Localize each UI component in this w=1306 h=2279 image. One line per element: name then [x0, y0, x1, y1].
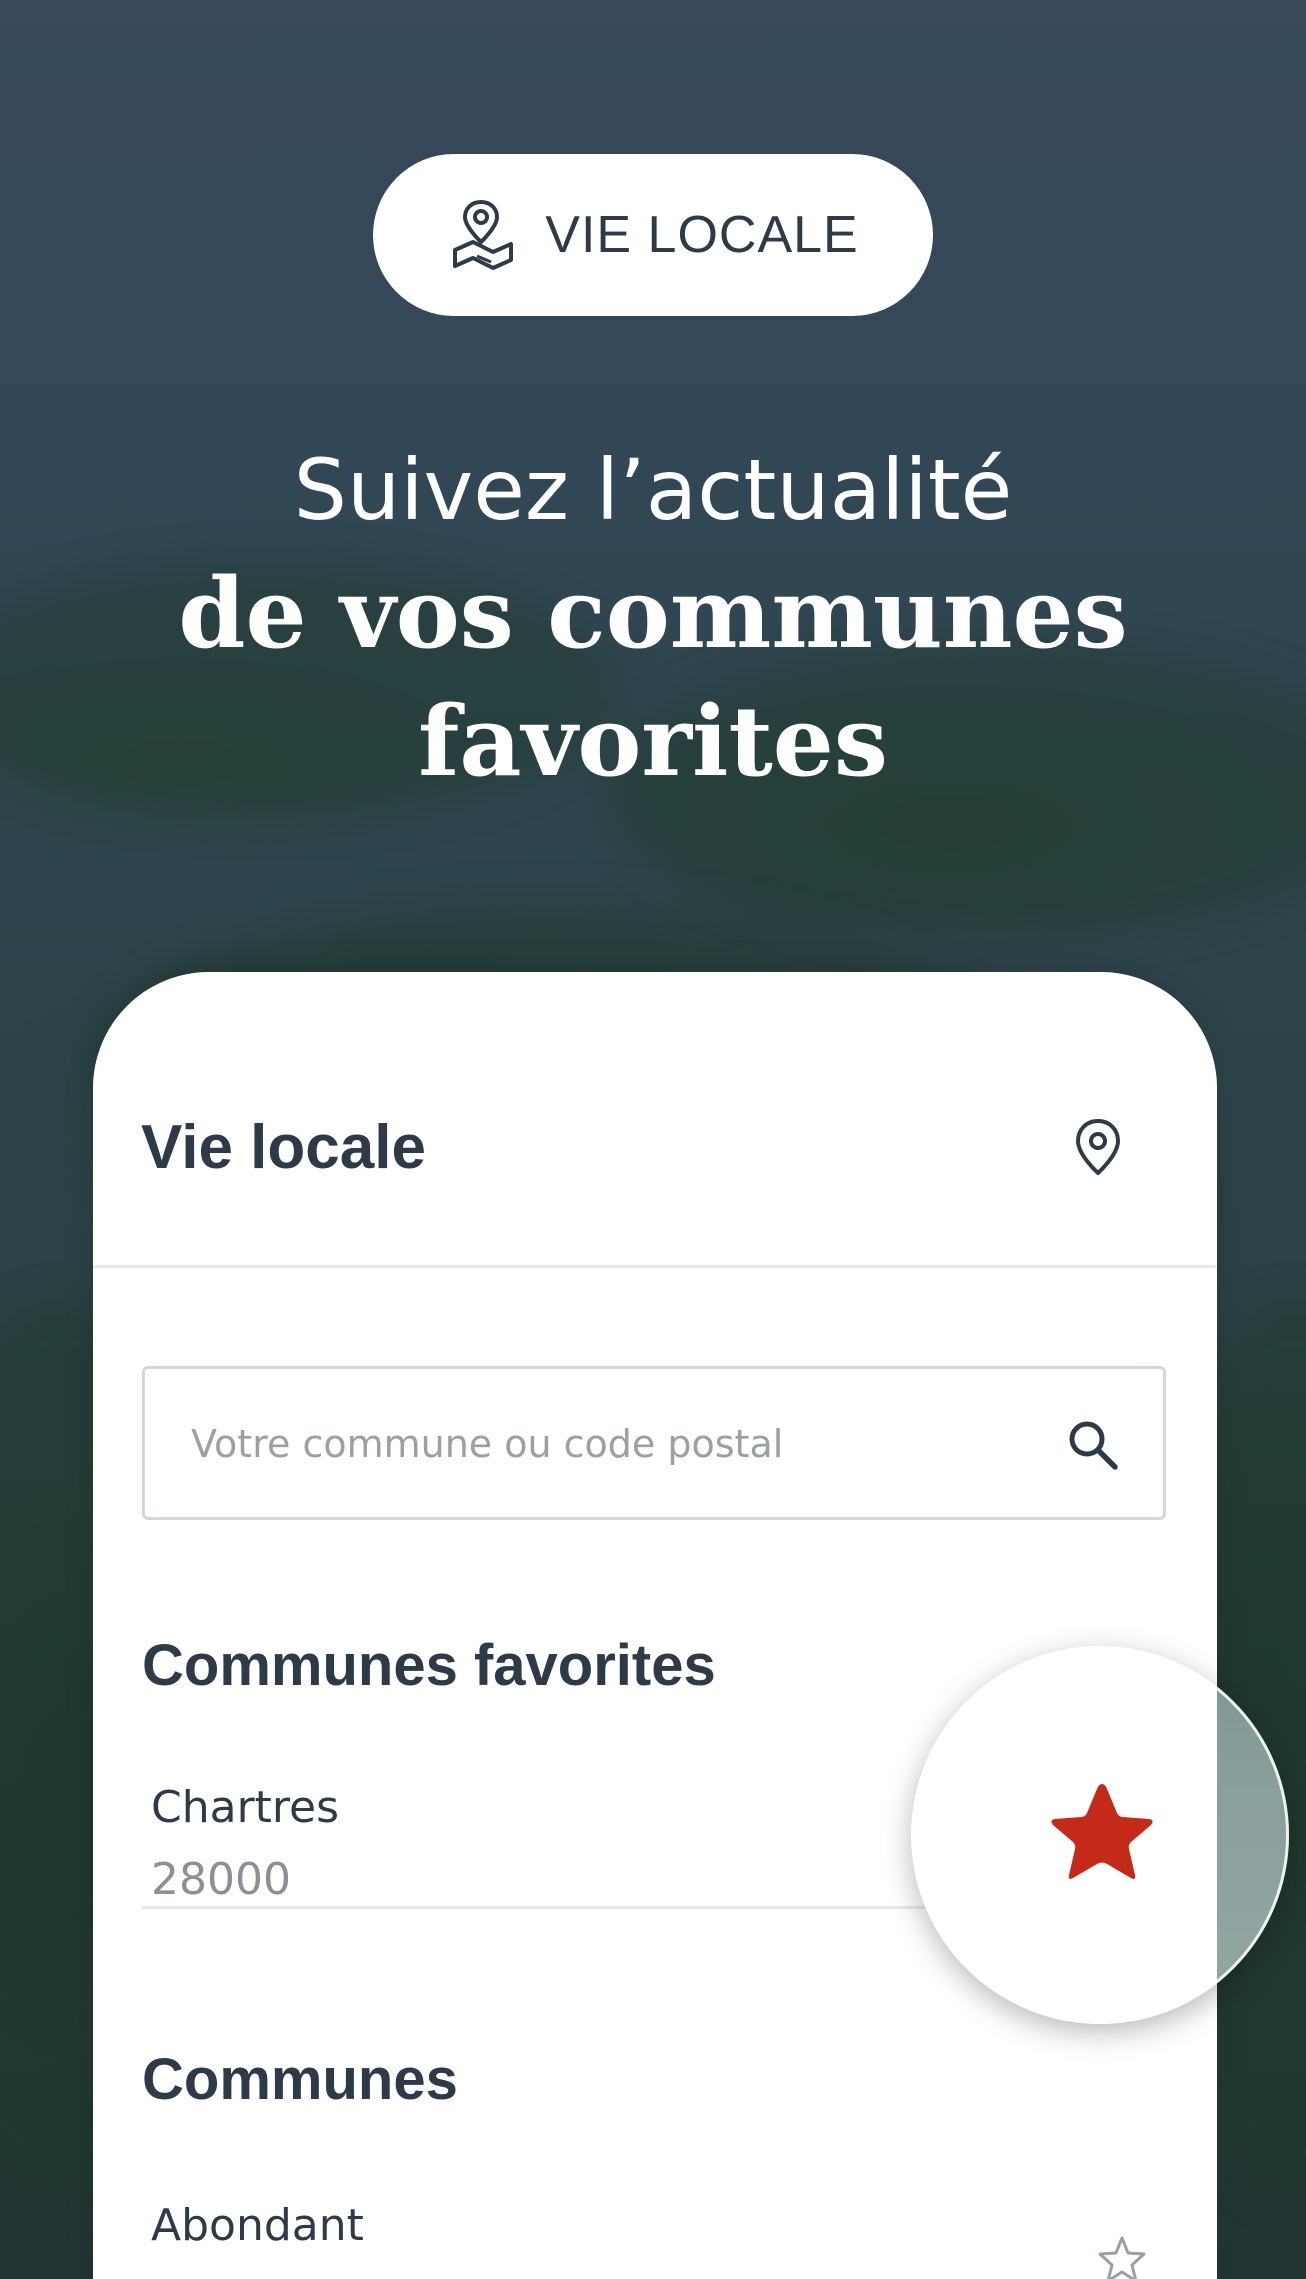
vie-locale-label: VIE LOCALE	[545, 206, 859, 264]
headline-line-3: favorites	[418, 685, 888, 798]
headline: Suivez l’actualité de vos communes favor…	[0, 430, 1306, 806]
commune-item[interactable]: Abondant	[142, 2200, 1142, 2279]
commune-name: Abondant	[151, 2200, 364, 2251]
star-outline-icon[interactable]	[1095, 2234, 1149, 2279]
app-header: Vie locale	[93, 972, 1217, 1268]
search-icon[interactable]	[1065, 1417, 1121, 1473]
page-title: Vie locale	[141, 1113, 426, 1182]
map-pin-icon	[1076, 1119, 1120, 1175]
phone-screen: Vie locale Communes favorites Chartres 2…	[93, 972, 1217, 2279]
locate-button[interactable]	[1063, 1112, 1133, 1182]
commune-postal-code: 28000	[151, 1854, 291, 1905]
headline-line-2: de vos communes	[178, 557, 1128, 670]
search-input[interactable]	[189, 1369, 1013, 1519]
map-pin-newspaper-icon	[453, 200, 514, 270]
favorite-star-toggle[interactable]	[911, 1646, 1289, 2024]
favorites-section-title: Communes favorites	[142, 1633, 716, 1698]
communes-section-title: Communes	[142, 2047, 458, 2112]
star-filled-icon	[1051, 1784, 1153, 1879]
commune-name: Chartres	[151, 1782, 340, 1833]
vie-locale-badge: VIE LOCALE	[373, 154, 933, 316]
headline-line-1: Suivez l’actualité	[293, 441, 1013, 539]
search-field	[142, 1366, 1166, 1520]
